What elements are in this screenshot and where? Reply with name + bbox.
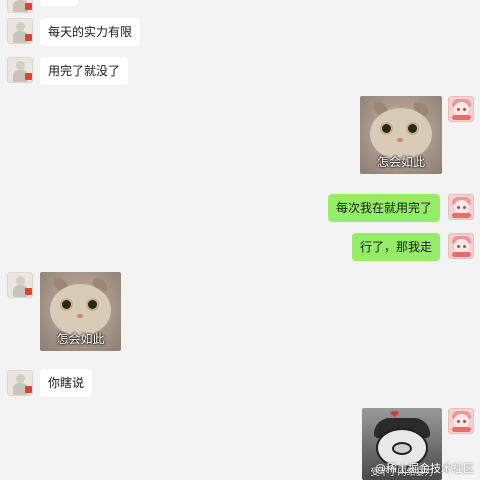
person-figure-icon <box>16 22 25 31</box>
person-figure-icon <box>16 374 25 383</box>
person-figure-icon <box>16 276 25 285</box>
sticker-caption: 怎会如此 <box>56 332 105 346</box>
sticker-caption: 怎会如此 <box>376 155 425 169</box>
my-avatar[interactable] <box>448 96 474 122</box>
message-text: 行了，那我走 <box>359 240 432 254</box>
cat-sticker[interactable]: 怎会如此 <box>360 96 442 174</box>
contact-avatar[interactable] <box>7 57 33 83</box>
message-bubble-outgoing[interactable]: 每次我在就用完了 <box>327 194 440 222</box>
message-bubble-outgoing[interactable]: 行了，那我走 <box>351 233 440 261</box>
contact-avatar[interactable] <box>7 18 33 44</box>
watermark-text: @稀土掘金技术社区 <box>375 462 474 475</box>
message-text: 每次我在就用完了 <box>335 201 432 215</box>
contact-avatar[interactable] <box>7 370 33 396</box>
my-avatar[interactable] <box>448 408 474 434</box>
message-text: 用完了就没了 <box>48 64 121 78</box>
broken-heart-icon: ❤ <box>390 409 400 421</box>
contact-avatar[interactable] <box>7 272 33 298</box>
my-avatar[interactable] <box>448 233 474 259</box>
message-text: 你瞎说 <box>48 376 85 390</box>
person-figure-icon <box>16 61 25 70</box>
cat-sticker[interactable]: 怎会如此 <box>40 272 121 351</box>
contact-avatar[interactable] <box>7 0 33 13</box>
message-bubble-incoming[interactable]: 用完了就没了 <box>40 57 129 85</box>
message-bubble-incoming[interactable]: 你瞎说 <box>40 369 93 397</box>
chat-message-list[interactable]: 每天的实力有限 用完了就没了 怎会如此 每次我在就用完了 行了，那我走 怎会如此… <box>0 0 480 480</box>
message-bubble-incoming[interactable] <box>40 0 78 6</box>
message-bubble-incoming[interactable]: 每天的实力有限 <box>40 18 141 46</box>
my-avatar[interactable] <box>448 194 474 220</box>
message-text: 每天的实力有限 <box>48 25 133 39</box>
